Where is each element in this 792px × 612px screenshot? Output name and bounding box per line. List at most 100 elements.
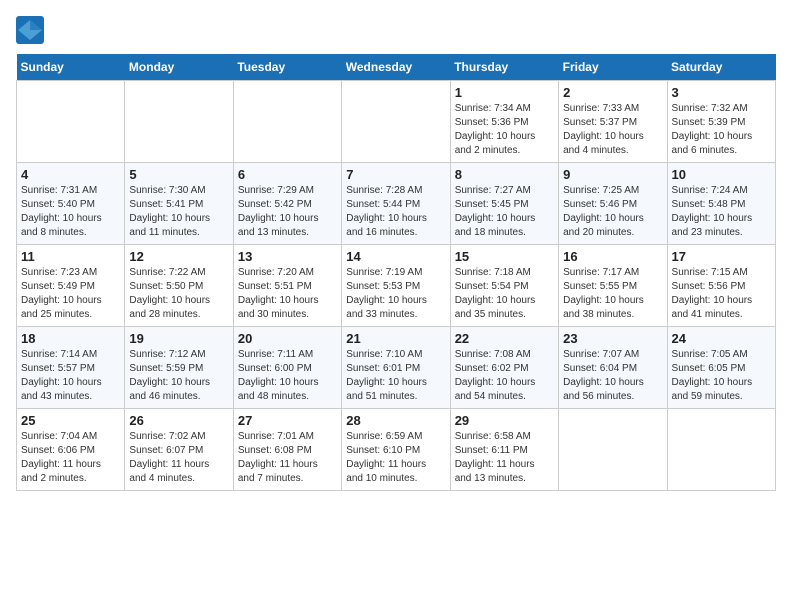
week-row-4: 18 Sunrise: 7:14 AM Sunset: 5:57 PM Dayli…	[17, 327, 776, 409]
weekday-header-monday: Monday	[125, 54, 233, 81]
calendar-cell	[667, 409, 775, 491]
day-info: Sunrise: 7:08 AM Sunset: 6:02 PM Dayligh…	[455, 348, 554, 404]
calendar-cell: 3 Sunrise: 7:32 AM Sunset: 5:39 PM Daylig…	[667, 81, 775, 163]
day-number: 2	[563, 85, 662, 100]
calendar-cell: 11 Sunrise: 7:23 AM Sunset: 5:49 PM Dayli…	[17, 245, 125, 327]
calendar-cell: 9Sunrise: 7:25 AM Sunset: 5:46 PM Daylig…	[559, 163, 667, 245]
calendar-cell: 4 Sunrise: 7:31 AM Sunset: 5:40 PM Daylig…	[17, 163, 125, 245]
day-info: Sunrise: 7:04 AM Sunset: 6:06 PM Dayligh…	[21, 430, 120, 486]
day-number: 27	[238, 413, 337, 428]
day-number: 28	[346, 413, 445, 428]
logo	[16, 16, 48, 44]
calendar-cell: 16Sunrise: 7:17 AM Sunset: 5:55 PM Dayli…	[559, 245, 667, 327]
day-info: Sunrise: 7:18 AM Sunset: 5:54 PM Dayligh…	[455, 266, 554, 322]
calendar-cell	[233, 81, 341, 163]
day-number: 26	[129, 413, 228, 428]
day-info: Sunrise: 7:31 AM Sunset: 5:40 PM Dayligh…	[21, 184, 120, 240]
day-number: 19	[129, 331, 228, 346]
day-info: Sunrise: 7:11 AM Sunset: 6:00 PM Dayligh…	[238, 348, 337, 404]
day-info: Sunrise: 7:20 AM Sunset: 5:51 PM Dayligh…	[238, 266, 337, 322]
day-info: Sunrise: 6:59 AM Sunset: 6:10 PM Dayligh…	[346, 430, 445, 486]
day-number: 15	[455, 249, 554, 264]
day-number: 24	[672, 331, 771, 346]
day-number: 22	[455, 331, 554, 346]
logo-icon	[16, 16, 44, 44]
day-number: 5	[129, 167, 228, 182]
day-number: 1	[455, 85, 554, 100]
day-info: Sunrise: 7:17 AM Sunset: 5:55 PM Dayligh…	[563, 266, 662, 322]
day-info: Sunrise: 7:22 AM Sunset: 5:50 PM Dayligh…	[129, 266, 228, 322]
day-number: 17	[672, 249, 771, 264]
day-info: Sunrise: 7:33 AM Sunset: 5:37 PM Dayligh…	[563, 102, 662, 158]
day-info: Sunrise: 7:07 AM Sunset: 6:04 PM Dayligh…	[563, 348, 662, 404]
calendar-cell: 23 Sunrise: 7:07 AM Sunset: 6:04 PM Dayli…	[559, 327, 667, 409]
day-info: Sunrise: 7:24 AM Sunset: 5:48 PM Dayligh…	[672, 184, 771, 240]
page-header	[16, 16, 776, 44]
day-number: 23	[563, 331, 662, 346]
weekday-header-thursday: Thursday	[450, 54, 558, 81]
day-number: 6	[238, 167, 337, 182]
calendar-cell: 27 Sunrise: 7:01 AM Sunset: 6:08 PM Dayli…	[233, 409, 341, 491]
day-number: 21	[346, 331, 445, 346]
day-number: 7	[346, 167, 445, 182]
calendar-cell	[559, 409, 667, 491]
calendar-cell: 6Sunrise: 7:29 AM Sunset: 5:42 PM Daylig…	[233, 163, 341, 245]
day-info: Sunrise: 7:32 AM Sunset: 5:39 PM Dayligh…	[672, 102, 771, 158]
day-number: 3	[672, 85, 771, 100]
day-info: Sunrise: 7:25 AM Sunset: 5:46 PM Dayligh…	[563, 184, 662, 240]
day-info: Sunrise: 7:02 AM Sunset: 6:07 PM Dayligh…	[129, 430, 228, 486]
weekday-header-wednesday: Wednesday	[342, 54, 450, 81]
day-info: Sunrise: 7:01 AM Sunset: 6:08 PM Dayligh…	[238, 430, 337, 486]
day-info: Sunrise: 7:10 AM Sunset: 6:01 PM Dayligh…	[346, 348, 445, 404]
day-number: 8	[455, 167, 554, 182]
day-number: 25	[21, 413, 120, 428]
day-number: 13	[238, 249, 337, 264]
calendar-cell: 21 Sunrise: 7:10 AM Sunset: 6:01 PM Dayli…	[342, 327, 450, 409]
calendar-cell	[342, 81, 450, 163]
calendar-table: SundayMondayTuesdayWednesdayThursdayFrid…	[16, 54, 776, 491]
calendar-cell: 26 Sunrise: 7:02 AM Sunset: 6:07 PM Dayli…	[125, 409, 233, 491]
day-number: 11	[21, 249, 120, 264]
day-number: 12	[129, 249, 228, 264]
calendar-cell: 2 Sunrise: 7:33 AM Sunset: 5:37 PM Daylig…	[559, 81, 667, 163]
weekday-header-friday: Friday	[559, 54, 667, 81]
calendar-cell: 24 Sunrise: 7:05 AM Sunset: 6:05 PM Dayli…	[667, 327, 775, 409]
day-info: Sunrise: 7:15 AM Sunset: 5:56 PM Dayligh…	[672, 266, 771, 322]
calendar-cell: 28 Sunrise: 6:59 AM Sunset: 6:10 PM Dayli…	[342, 409, 450, 491]
day-number: 4	[21, 167, 120, 182]
calendar-cell: 8 Sunrise: 7:27 AM Sunset: 5:45 PM Daylig…	[450, 163, 558, 245]
day-info: Sunrise: 7:27 AM Sunset: 5:45 PM Dayligh…	[455, 184, 554, 240]
day-info: Sunrise: 7:05 AM Sunset: 6:05 PM Dayligh…	[672, 348, 771, 404]
calendar-cell: 25 Sunrise: 7:04 AM Sunset: 6:06 PM Dayli…	[17, 409, 125, 491]
weekday-header-row: SundayMondayTuesdayWednesdayThursdayFrid…	[17, 54, 776, 81]
day-info: Sunrise: 7:28 AM Sunset: 5:44 PM Dayligh…	[346, 184, 445, 240]
day-info: Sunrise: 7:19 AM Sunset: 5:53 PM Dayligh…	[346, 266, 445, 322]
day-number: 18	[21, 331, 120, 346]
day-info: Sunrise: 7:23 AM Sunset: 5:49 PM Dayligh…	[21, 266, 120, 322]
day-info: Sunrise: 7:30 AM Sunset: 5:41 PM Dayligh…	[129, 184, 228, 240]
day-info: Sunrise: 7:14 AM Sunset: 5:57 PM Dayligh…	[21, 348, 120, 404]
weekday-header-sunday: Sunday	[17, 54, 125, 81]
calendar-cell: 14Sunrise: 7:19 AM Sunset: 5:53 PM Dayli…	[342, 245, 450, 327]
week-row-1: 1Sunrise: 7:34 AM Sunset: 5:36 PM Daylig…	[17, 81, 776, 163]
week-row-3: 11 Sunrise: 7:23 AM Sunset: 5:49 PM Dayli…	[17, 245, 776, 327]
day-number: 20	[238, 331, 337, 346]
calendar-cell: 15 Sunrise: 7:18 AM Sunset: 5:54 PM Dayli…	[450, 245, 558, 327]
calendar-cell: 13 Sunrise: 7:20 AM Sunset: 5:51 PM Dayli…	[233, 245, 341, 327]
weekday-header-saturday: Saturday	[667, 54, 775, 81]
calendar-cell: 18 Sunrise: 7:14 AM Sunset: 5:57 PM Dayli…	[17, 327, 125, 409]
calendar-cell: 7 Sunrise: 7:28 AM Sunset: 5:44 PM Daylig…	[342, 163, 450, 245]
week-row-5: 25 Sunrise: 7:04 AM Sunset: 6:06 PM Dayli…	[17, 409, 776, 491]
calendar-cell: 5 Sunrise: 7:30 AM Sunset: 5:41 PM Daylig…	[125, 163, 233, 245]
day-number: 10	[672, 167, 771, 182]
day-number: 29	[455, 413, 554, 428]
calendar-cell: 19 Sunrise: 7:12 AM Sunset: 5:59 PM Dayli…	[125, 327, 233, 409]
calendar-cell: 10 Sunrise: 7:24 AM Sunset: 5:48 PM Dayli…	[667, 163, 775, 245]
week-row-2: 4 Sunrise: 7:31 AM Sunset: 5:40 PM Daylig…	[17, 163, 776, 245]
calendar-cell	[125, 81, 233, 163]
calendar-cell	[17, 81, 125, 163]
day-info: Sunrise: 7:12 AM Sunset: 5:59 PM Dayligh…	[129, 348, 228, 404]
calendar-cell: 20 Sunrise: 7:11 AM Sunset: 6:00 PM Dayli…	[233, 327, 341, 409]
calendar-cell: 17 Sunrise: 7:15 AM Sunset: 5:56 PM Dayli…	[667, 245, 775, 327]
weekday-header-tuesday: Tuesday	[233, 54, 341, 81]
